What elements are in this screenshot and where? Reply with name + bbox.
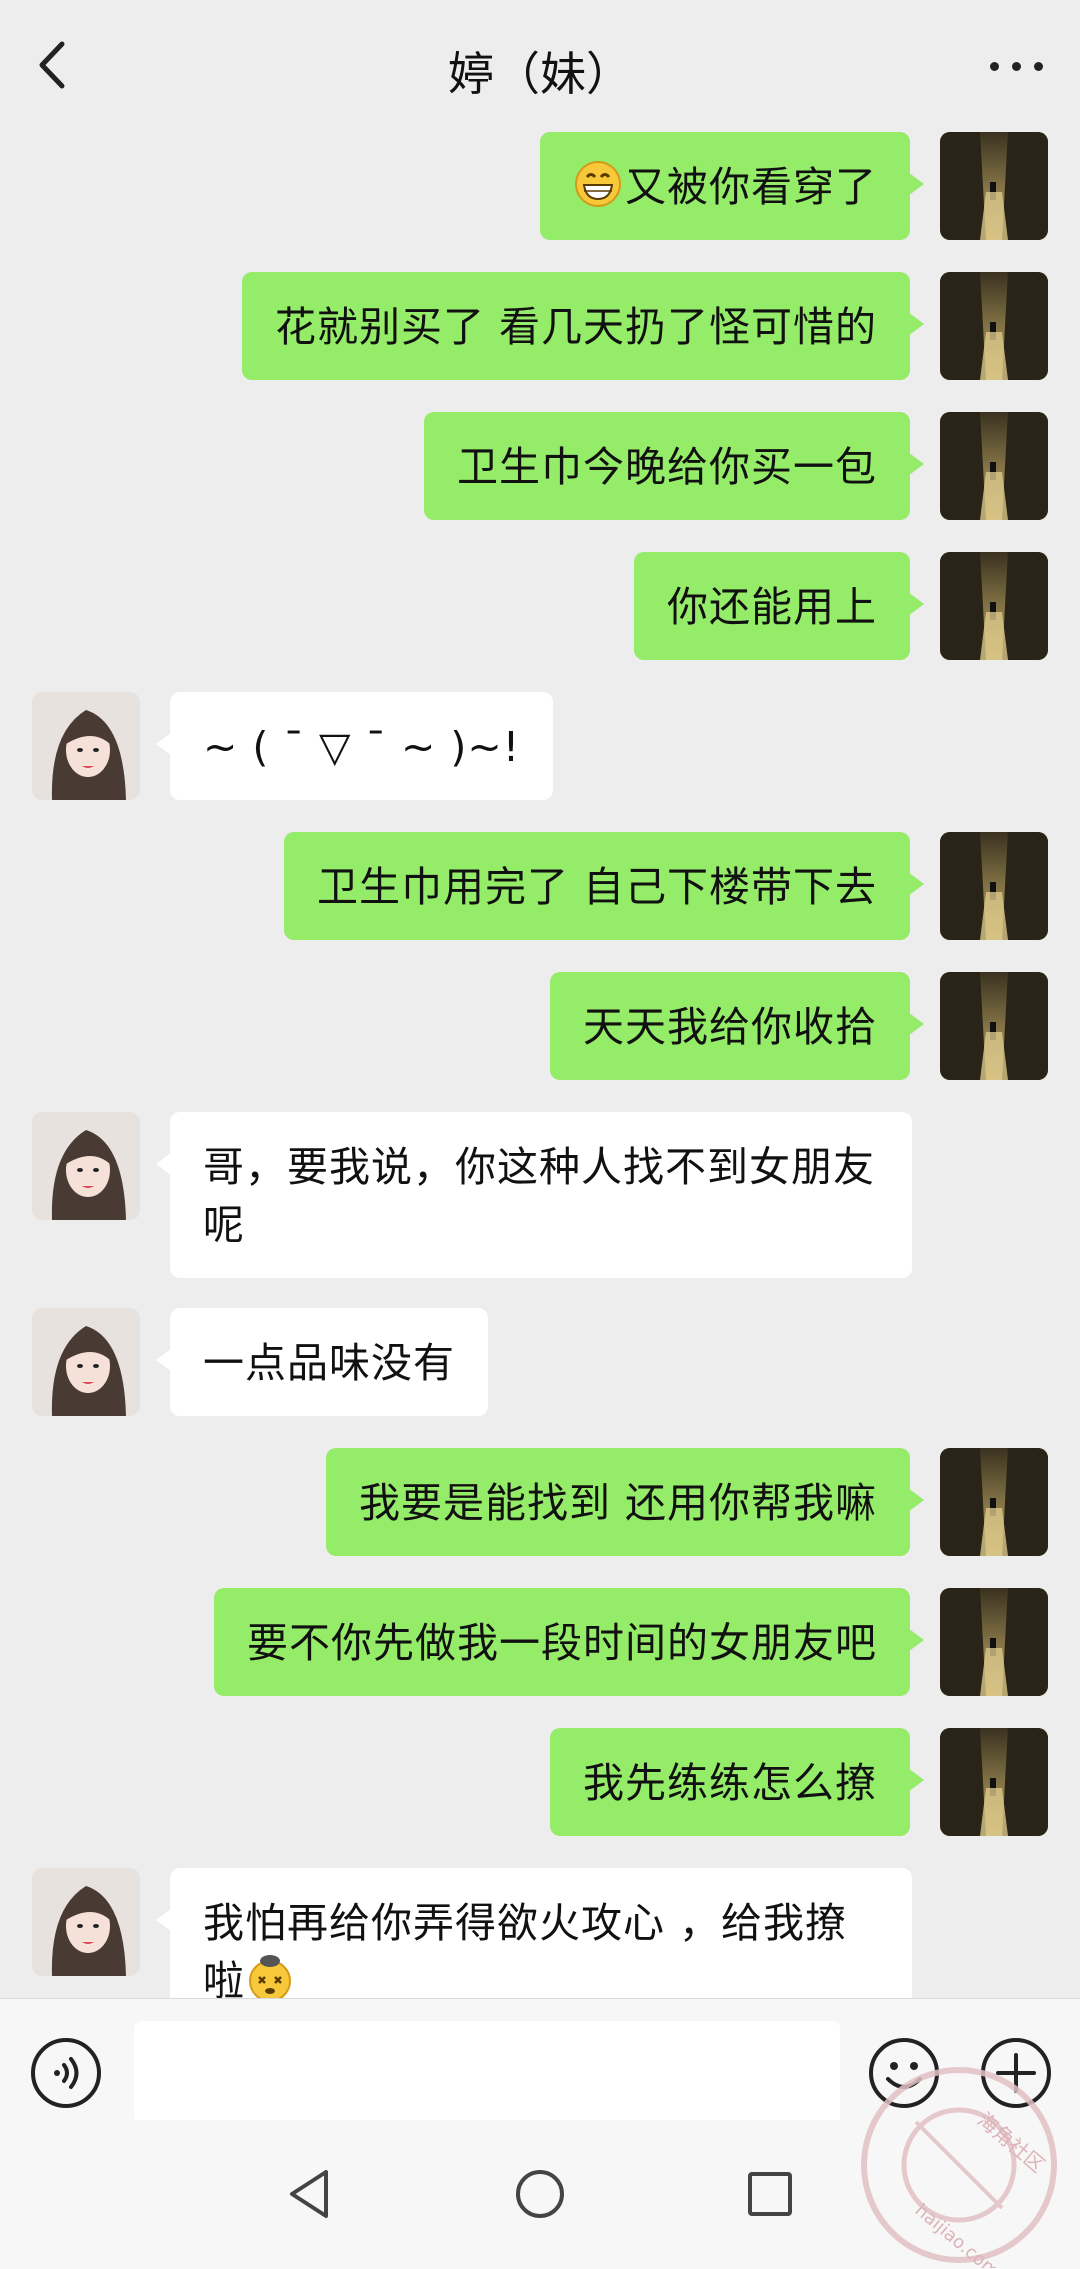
contact-avatar[interactable]	[32, 1868, 140, 1976]
alley-image-icon	[940, 412, 1048, 520]
my-avatar[interactable]	[940, 832, 1048, 940]
alley-image-icon	[940, 552, 1048, 660]
my-avatar[interactable]	[940, 1588, 1048, 1696]
chat-title: 婷（妹）	[448, 47, 632, 101]
message-bubble[interactable]: 一点品味没有	[156, 1308, 488, 1416]
message-bubble[interactable]: 卫生巾今晚给你买一包	[424, 412, 924, 520]
more-dots-icon[interactable]	[982, 34, 1052, 98]
girl-portrait-icon	[32, 1308, 140, 1416]
my-avatar[interactable]	[940, 972, 1048, 1080]
my-avatar[interactable]	[940, 132, 1048, 240]
nav-back-icon[interactable]	[270, 2154, 350, 2234]
message-bubble[interactable]: 天天我给你收拾	[550, 972, 924, 1080]
chat-header: 婷（妹）	[0, 0, 1080, 132]
my-avatar[interactable]	[940, 272, 1048, 380]
message-list[interactable]: 又被你看穿了 花就别买了 看几天扔了怪可惜的 卫生巾今晚给你买一包 你还能用上 …	[0, 132, 1080, 1998]
plus-circle-icon[interactable]	[980, 2037, 1052, 2109]
alley-image-icon	[940, 1588, 1048, 1696]
girl-portrait-icon	[32, 1112, 140, 1220]
my-avatar[interactable]	[940, 412, 1048, 520]
emoji-icon[interactable]	[868, 2037, 940, 2109]
message-bubble[interactable]: 我怕再给你弄得欲火攻心 ，给我撩啦	[156, 1868, 912, 1998]
message-bubble[interactable]: 我要是能找到 还用你帮我嘛	[325, 1448, 925, 1556]
input-bar	[0, 1998, 1080, 2125]
alley-image-icon	[940, 832, 1048, 940]
message-text: 我怕再给你弄得欲火攻心 ，给我撩啦	[203, 1899, 848, 1998]
nav-home-icon[interactable]	[500, 2154, 580, 2234]
girl-portrait-icon	[32, 692, 140, 800]
message-bubble[interactable]: 又被你看穿了	[540, 132, 924, 240]
girl-portrait-icon	[32, 1868, 140, 1976]
message-bubble[interactable]: 卫生巾用完了 自己下楼带下去	[283, 832, 925, 940]
contact-avatar[interactable]	[32, 1112, 140, 1220]
message-bubble[interactable]: ~ ( ˉ ▽ ˉ ~ )~!	[155, 692, 554, 800]
my-avatar[interactable]	[940, 1448, 1048, 1556]
message-bubble[interactable]: 花就别买了 看几天扔了怪可惜的	[241, 272, 925, 380]
message-bubble[interactable]: 我先练练怎么撩	[550, 1728, 924, 1836]
message-input[interactable]	[134, 2021, 840, 2125]
message-bubble[interactable]: 要不你先做我一段时间的女朋友吧	[214, 1588, 924, 1696]
alley-image-icon	[940, 132, 1048, 240]
message-bubble[interactable]: 你还能用上	[634, 552, 924, 660]
alley-image-icon	[940, 1448, 1048, 1556]
message-bubble[interactable]: 哥，要我说，你这种人找不到女朋友呢	[156, 1112, 912, 1278]
my-avatar[interactable]	[940, 1728, 1048, 1836]
message-text: 又被你看穿了	[625, 163, 877, 211]
nav-recents-icon[interactable]	[730, 2154, 810, 2234]
alley-image-icon	[940, 272, 1048, 380]
grinning-face-emoji	[575, 161, 621, 207]
alley-image-icon	[940, 972, 1048, 1080]
voice-icon[interactable]	[30, 2037, 102, 2109]
contact-avatar[interactable]	[32, 692, 140, 800]
my-avatar[interactable]	[940, 552, 1048, 660]
dizzy-face-emoji	[249, 1955, 291, 1998]
system-nav-bar	[0, 2120, 1080, 2269]
contact-avatar[interactable]	[32, 1308, 140, 1416]
alley-image-icon	[940, 1728, 1048, 1836]
